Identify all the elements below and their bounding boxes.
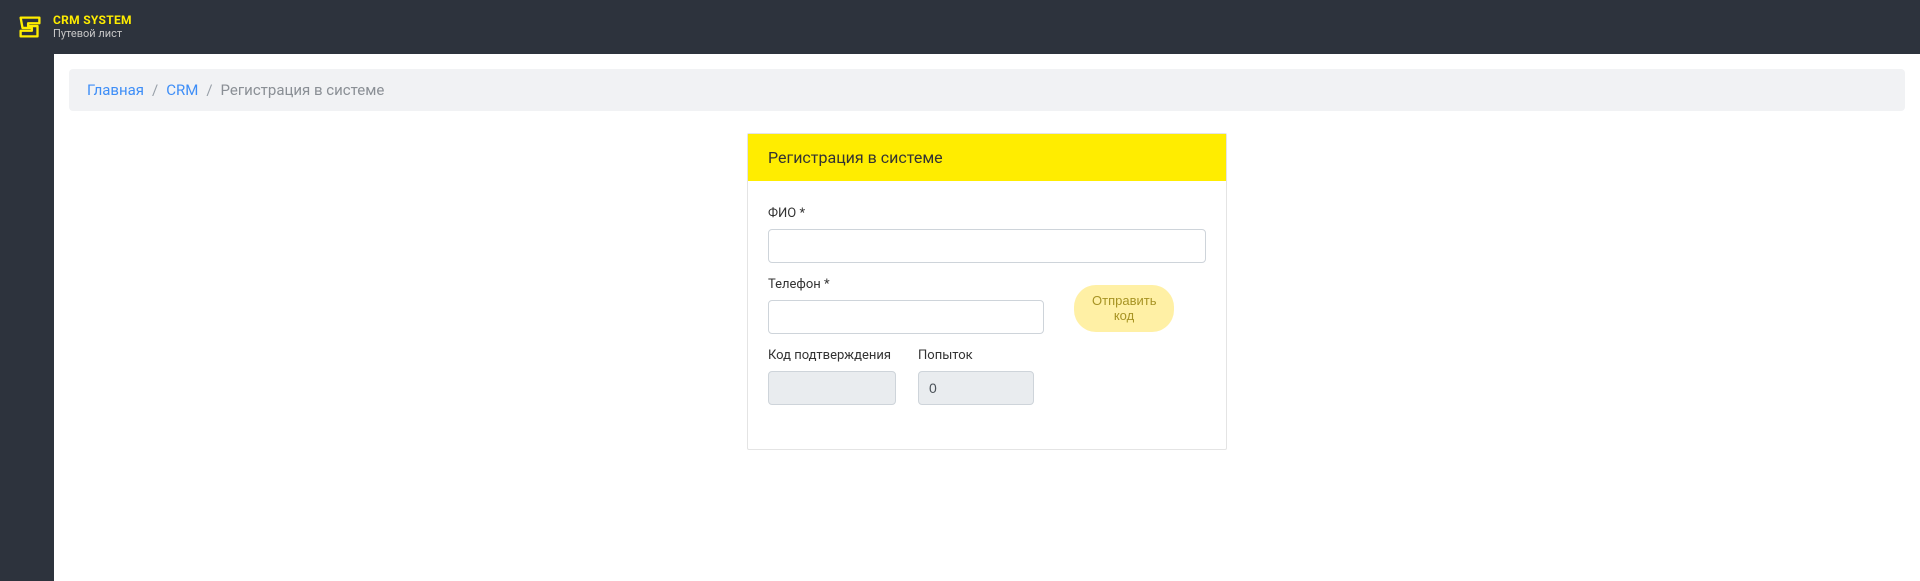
phone-label: Телефон *: [768, 277, 1044, 292]
breadcrumb-separator: /: [206, 81, 212, 99]
code-label: Код подтверждения: [768, 348, 896, 363]
sidebar: [0, 54, 54, 581]
phone-input[interactable]: [768, 300, 1044, 334]
logo-text: CRM SYSTEM Путевой лист: [53, 14, 132, 39]
attempts-input[interactable]: [918, 371, 1034, 405]
send-code-button[interactable]: Отправить код: [1074, 285, 1174, 332]
topbar: CRM SYSTEM Путевой лист: [0, 0, 1920, 54]
breadcrumb-current: Регистрация в системе: [221, 81, 385, 99]
logo-icon: [15, 12, 45, 42]
breadcrumb-crm[interactable]: CRM: [166, 81, 198, 99]
logo-subtitle: Путевой лист: [53, 28, 132, 40]
breadcrumb-separator: /: [152, 81, 158, 99]
fio-label: ФИО *: [768, 206, 1206, 221]
fio-input[interactable]: [768, 229, 1206, 263]
code-input[interactable]: [768, 371, 896, 405]
registration-form: Регистрация в системе ФИО * Телефон * От…: [747, 133, 1227, 450]
form-title: Регистрация в системе: [748, 134, 1226, 181]
attempts-label: Попыток: [918, 348, 1034, 363]
content: Главная / CRM / Регистрация в системе Ре…: [54, 54, 1920, 581]
logo[interactable]: CRM SYSTEM Путевой лист: [15, 12, 132, 42]
breadcrumb-home[interactable]: Главная: [87, 81, 144, 99]
breadcrumb: Главная / CRM / Регистрация в системе: [69, 69, 1905, 111]
logo-title: CRM SYSTEM: [53, 14, 132, 27]
